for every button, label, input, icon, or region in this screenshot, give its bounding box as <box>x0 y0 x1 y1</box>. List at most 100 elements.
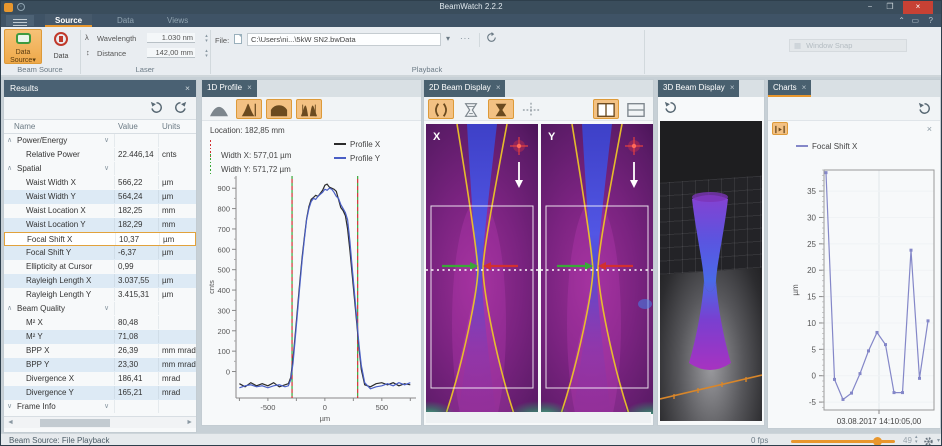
data-button-label: Data <box>46 52 76 61</box>
group-dropdown-icon[interactable]: ∨ <box>104 402 109 410</box>
row-units: mrad <box>162 374 180 383</box>
distance-field[interactable]: 142,00 mm <box>147 48 195 58</box>
tab-3d-beam-display[interactable]: 3D Beam Display× <box>658 80 739 97</box>
window-layout-icon[interactable]: ▭ <box>911 16 919 25</box>
row-units: mm <box>162 220 175 229</box>
hourglass-outline-icon[interactable] <box>458 99 484 119</box>
caustic-lines-icon[interactable] <box>428 99 454 119</box>
results-row[interactable]: Waist Location Y182,29mm <box>4 218 196 232</box>
expander-icon[interactable]: ∨ <box>7 402 12 410</box>
expander-icon[interactable]: ∧ <box>7 164 12 172</box>
results-row[interactable]: BPP Y23,30mm mrad <box>4 358 196 372</box>
tab-2d-beam-display[interactable]: 2D Beam Display× <box>424 80 505 97</box>
wavelength-field[interactable]: 1.030 nm <box>147 33 195 43</box>
tab-views[interactable]: Views <box>157 14 198 27</box>
results-row[interactable]: M² Y71,08 <box>4 330 196 344</box>
tab-data[interactable]: Data <box>107 14 144 27</box>
flattop-profile-icon[interactable] <box>266 99 292 119</box>
beam-view-y[interactable]: Y <box>541 124 653 414</box>
close-button[interactable]: × <box>903 1 933 14</box>
profile-1d-chart: 0100200300400500600700800900-5000500µmcn… <box>202 168 423 425</box>
tab-1d-profile[interactable]: 1D Profile× <box>202 80 257 97</box>
stacked-layout-icon[interactable] <box>623 99 649 119</box>
beam-2d-panel: 2D Beam Display× X Y <box>423 79 654 426</box>
results-row[interactable]: Rayleigh Length X3.037,55µm <box>4 274 196 288</box>
col-name[interactable]: Name <box>14 122 35 131</box>
collapse-ribbon-icon[interactable]: ⌃ <box>898 16 905 25</box>
scroll-right-icon[interactable]: ► <box>186 419 193 426</box>
side-by-side-layout-icon[interactable] <box>593 99 619 119</box>
tab-close-icon[interactable]: × <box>496 83 501 92</box>
window-snap-box[interactable]: ▦Window Snap <box>789 39 907 52</box>
group-dropdown-icon[interactable]: ∨ <box>104 136 109 144</box>
row-name: Waist Width X <box>26 178 76 187</box>
row-name: BPP Y <box>26 360 49 369</box>
tab-close-icon[interactable]: × <box>802 83 807 92</box>
group-dropdown-icon[interactable]: ∨ <box>104 304 109 312</box>
col-value[interactable]: Value <box>118 122 138 131</box>
results-row[interactable]: Waist Width X566,22µm <box>4 176 196 190</box>
restore-button[interactable]: ❐ <box>881 1 899 14</box>
twin-peak-profile-icon[interactable] <box>296 99 322 119</box>
tab-charts[interactable]: Charts× <box>768 80 811 97</box>
results-row[interactable]: Focal Shift Y-6,37µm <box>4 246 196 260</box>
reset-chart-icon[interactable] <box>917 101 932 116</box>
tab-close-icon[interactable]: × <box>247 83 252 92</box>
slider-handle[interactable] <box>873 437 882 446</box>
results-group-row[interactable]: ∧∨Spatial <box>4 162 196 176</box>
dashed-crosshair-icon[interactable] <box>518 99 544 119</box>
hourglass-solid-icon[interactable] <box>488 99 514 119</box>
scroll-thumb[interactable] <box>40 419 110 427</box>
results-row[interactable]: Divergence X186,41mrad <box>4 372 196 386</box>
wavelength-label: Wavelength <box>97 34 136 43</box>
svg-text:500: 500 <box>217 266 230 275</box>
titlebar: ◦ BeamWatch 2.2.2 − ❐ × <box>1 1 941 14</box>
results-hscrollbar[interactable]: ◄ ► <box>4 416 196 428</box>
group-dropdown-icon[interactable]: ∨ <box>104 164 109 172</box>
results-row[interactable]: Waist Location X182,25mm <box>4 204 196 218</box>
file-path-field[interactable]: C:\Users\ni...\5kW SN2.bwData <box>247 33 441 46</box>
svg-text:10: 10 <box>807 319 816 328</box>
svg-text:µm: µm <box>791 284 800 296</box>
scroll-left-icon[interactable]: ◄ <box>7 419 14 426</box>
beam-3d-scene[interactable] <box>660 121 762 421</box>
results-row[interactable]: Relative Power22.446,14cnts <box>4 148 196 162</box>
results-row[interactable]: BPP X26,39mm mrad <box>4 344 196 358</box>
undo-arrow-icon[interactable] <box>149 100 164 115</box>
data-pause-button[interactable]: Data <box>46 29 76 64</box>
results-group-row[interactable]: ∧∨Power/Energy <box>4 134 196 148</box>
expander-icon[interactable]: ∧ <box>7 136 12 144</box>
fit-width-icon[interactable] <box>772 122 788 135</box>
peak-profile-icon[interactable] <box>236 99 262 119</box>
results-close-icon[interactable]: × <box>185 80 190 96</box>
redo-arrow-icon[interactable] <box>173 100 188 115</box>
results-row[interactable]: Focal Shift X10,37µm <box>4 232 196 246</box>
tab-close-icon[interactable]: × <box>730 83 735 92</box>
results-row[interactable]: Waist Width Y564,24µm <box>4 190 196 204</box>
results-row[interactable]: M² X80,48 <box>4 316 196 330</box>
results-row[interactable]: Divergence Y165,21mrad <box>4 386 196 400</box>
results-group-row[interactable]: ∨∨Frame Info <box>4 400 196 414</box>
help-icon[interactable]: ? <box>929 16 933 25</box>
focal-shift-swatch <box>796 145 808 147</box>
tab-source[interactable]: Source <box>45 14 92 27</box>
reset-view-icon[interactable] <box>663 100 678 115</box>
playback-slider[interactable] <box>791 440 895 443</box>
results-group-row[interactable]: ∧∨Beam Quality <box>4 302 196 316</box>
file-dropdown-icon[interactable]: ▾ <box>446 34 450 43</box>
results-row[interactable]: Rayleigh Length Y3.415,31µm <box>4 288 196 302</box>
browse-ellipsis-icon[interactable]: ··· <box>460 34 471 43</box>
beam-view-x[interactable]: X <box>426 124 538 414</box>
data-source-button[interactable]: Data Source▾ <box>4 29 42 64</box>
expander-icon[interactable]: ∧ <box>7 304 12 312</box>
hamburger-menu-icon[interactable] <box>6 15 34 26</box>
gear-icon[interactable] <box>923 436 934 446</box>
minimize-button[interactable]: − <box>861 1 879 14</box>
settings-caret-icon[interactable]: ▾ <box>937 437 940 444</box>
frame-stepper[interactable]: ▴▾ <box>915 435 918 445</box>
results-row[interactable]: Ellipticity at Cursor0,99 <box>4 260 196 274</box>
chart-close-icon[interactable]: × <box>927 124 932 134</box>
col-units[interactable]: Units <box>162 122 180 131</box>
gaussian-profile-icon[interactable] <box>206 99 232 119</box>
reload-file-icon[interactable] <box>486 32 497 43</box>
